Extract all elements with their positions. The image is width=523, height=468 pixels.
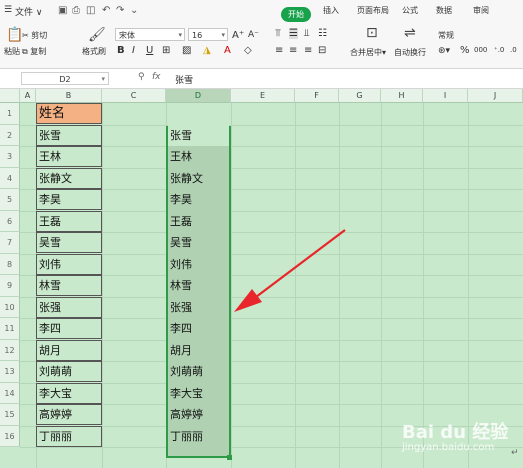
paragraph-mark-icon: ↵ bbox=[511, 448, 519, 458]
arrow-shaft bbox=[251, 229, 346, 301]
arrow-head bbox=[234, 289, 262, 312]
annotation-arrow bbox=[234, 229, 346, 312]
watermark: Bai du 经验 jingyan.baidu.com bbox=[402, 422, 509, 453]
